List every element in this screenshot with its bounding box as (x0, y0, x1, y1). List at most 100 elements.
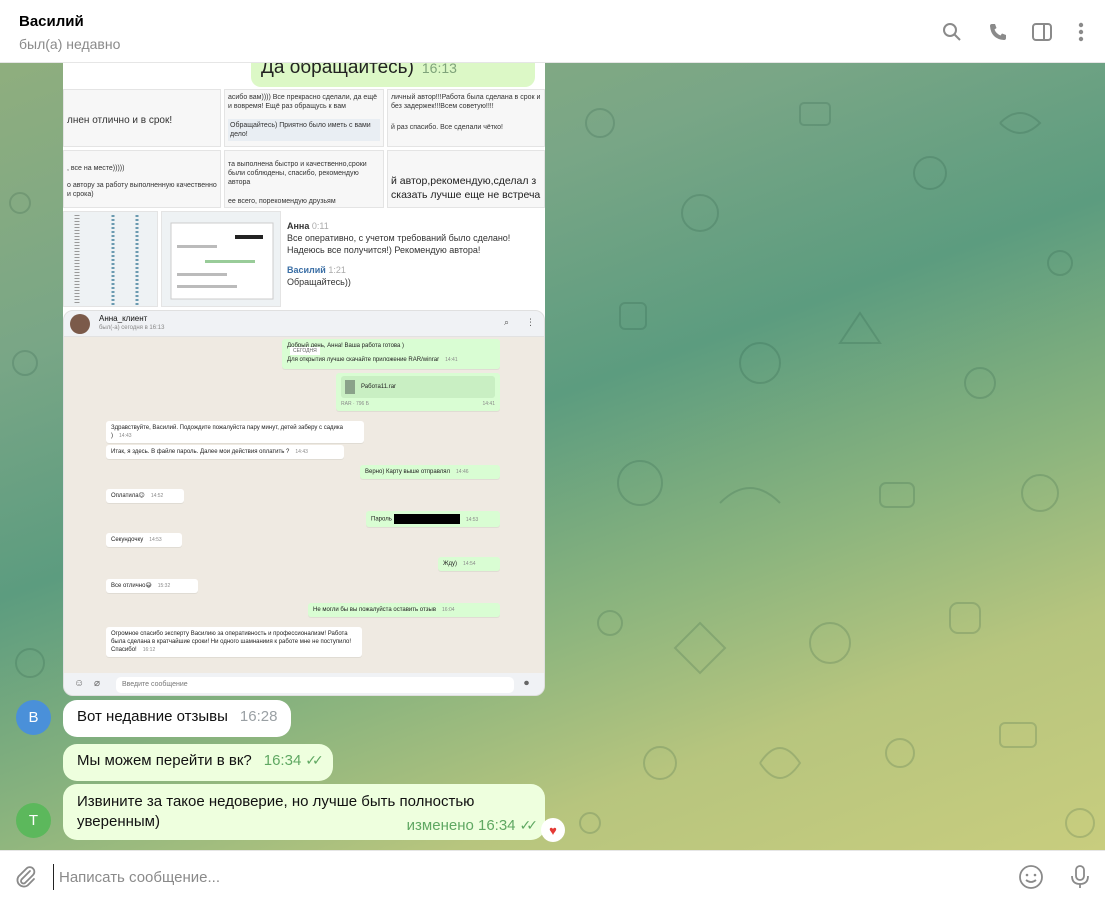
message-bubble[interactable]: Вот недавние отзывы 16:28 (63, 700, 292, 737)
attach-icon[interactable] (12, 863, 40, 891)
wa-search-icon: ⌕ (504, 317, 510, 327)
wa-message: Оплатила😊 14:52 (106, 489, 184, 503)
thumbnail-graphic (74, 215, 139, 305)
wa-avatar (70, 314, 90, 334)
wa-message-time: 14:43 (119, 433, 132, 439)
heart-reaction[interactable]: ♥ (541, 818, 565, 842)
whatsapp-screenshot-image[interactable]: Анна_клиент был(-а) сегодня в 16:13 ⌕ ⋮ … (63, 310, 545, 696)
review-cell: й автор,рекомендую,сделал з сказать лучш… (387, 150, 545, 208)
chat-area[interactable]: Да обращайтесь) 16:13 лнен отлично и в ср… (0, 63, 1105, 850)
wa-message-text: Секундочку (111, 537, 144, 543)
wa-message-time: 14:54 (463, 561, 476, 567)
wa-message: Пароль 14:53 (366, 511, 500, 527)
wa-message-time: 16:12 (142, 647, 156, 653)
wa-mic-icon: ⏺ (524, 678, 529, 689)
wa-attach-icon: ⌀ (94, 678, 101, 689)
wa-message: Итак, я здесь. В файле пароль. Далее мои… (106, 445, 344, 459)
wa-message-time: 14:41 (482, 401, 495, 407)
wa-message-time: 14:46 (456, 469, 469, 475)
wa-message-time: 14:43 (295, 449, 308, 455)
review-thumbnail (161, 211, 281, 307)
wa-message-time: 14:53 (149, 537, 162, 543)
file-icon (345, 380, 355, 394)
wa-message: Секундочку 14:53 (106, 533, 182, 547)
wa-contact-status: был(-а) сегодня в 16:13 (99, 325, 165, 331)
wa-messages: Добрый день, Анна! Ваша работа готова ) … (64, 337, 544, 673)
thumbnail-graphic (170, 222, 274, 300)
wa-message: Огромное спасибо эксперту Василию за опе… (106, 627, 362, 657)
review-text: ее всего, порекомендую друзьям (228, 198, 336, 205)
wa-message-time: 16:04 (442, 607, 455, 613)
wa-message-time: 14:53 (465, 516, 479, 523)
wa-file-name: Работа11.rar (361, 384, 397, 390)
wa-file-meta: RAR · 796 Б (341, 401, 370, 407)
chat-header: Василий был(а) недавно (0, 0, 1105, 63)
message-composer (0, 850, 1105, 902)
wa-file-message: Работа11.rar RAR · 796 Б 14:41 (336, 373, 500, 411)
wa-message: Здравствуйте, Василий. Подождите пожалуй… (106, 421, 364, 443)
wa-message-text: Здравствуйте, Василий. Подождите пожалуй… (111, 425, 343, 439)
wa-message: Верно) Карту выше отправлял 14:46 (360, 465, 500, 479)
avatar-v[interactable]: В (16, 700, 51, 735)
review-text: лнен отлично и в срок! (67, 115, 173, 126)
sidebar-icon[interactable] (1030, 20, 1054, 44)
collage-headline: Да обращайтесь) 16:13 (251, 63, 535, 87)
microphone-icon[interactable] (1066, 863, 1094, 891)
wa-date-label: СЕГОДНЯ (290, 347, 320, 355)
review-text: асибо вам)))) Все прекрасно сделали, да … (228, 94, 377, 110)
wa-message-text: Все отлично😅 (111, 583, 152, 589)
wa-message-time: 14:52 (150, 493, 164, 499)
review-time: 0:11 (311, 221, 329, 231)
message-input[interactable] (53, 864, 993, 890)
message-time: 16:34 (263, 752, 302, 769)
message-text: Мы можем перейти в вк? (77, 752, 252, 769)
contact-status: был(а) недавно (19, 36, 121, 52)
wa-message-time: 15:32 (157, 583, 171, 589)
wa-message: Все отлично😅 15:32 (106, 579, 198, 593)
reviewer-name: Василий (287, 265, 326, 275)
wa-message-text: Оплатила😊 (111, 493, 145, 499)
review-text: Обращайтесь) Приятно было иметь с вами д… (228, 119, 380, 141)
collage-headline-text: Да обращайтесь) (261, 63, 414, 78)
wa-contact-name: Анна_клиент (99, 314, 148, 323)
wa-message-text: Жду) (443, 561, 458, 567)
message-time: 16:28 (239, 708, 278, 725)
wa-message: Добрый день, Анна! Ваша работа готова ) … (282, 339, 500, 369)
review-cell: асибо вам)))) Все прекрасно сделали, да … (224, 89, 384, 147)
review-text: й автор,рекомендую,сделал з (391, 175, 537, 187)
wa-message-text: Итак, я здесь. В файле пароль. Далее мои… (111, 449, 290, 455)
wa-message-text: Пароль (371, 516, 392, 523)
review-text: личный автор!!!Работа была сделана в сро… (391, 94, 541, 110)
review-text: й раз спасибо. Все сделали чётко! (391, 124, 503, 131)
review-text: , все на месте))))) (67, 165, 125, 172)
reviewer-name: Анна (287, 221, 310, 231)
search-icon[interactable] (940, 20, 964, 44)
wa-header: Анна_клиент был(-а) сегодня в 16:13 ⌕ ⋮ (64, 311, 544, 337)
wa-input: Введите сообщение (116, 677, 514, 693)
wa-message-text: Верно) Карту выше отправлял (365, 469, 451, 475)
wa-emoji-icon: ☺ (74, 678, 85, 689)
review-time: 1:21 (328, 265, 346, 275)
review-thumbnail (63, 211, 158, 307)
review-text: о автору за работу выполненную качествен… (67, 182, 217, 198)
review-cell: личный автор!!!Работа была сделана в сро… (387, 89, 545, 147)
review-text: Обращайтесь)) (287, 277, 351, 287)
message-bubble[interactable]: Извините за такое недоверие, но лучше бы… (63, 784, 545, 840)
read-checks-icon: ✓✓ (519, 817, 539, 833)
review-cell: лнен отлично и в срок! (63, 89, 221, 147)
read-checks-icon: ✓✓ (305, 752, 324, 768)
redacted-password (393, 514, 460, 524)
emoji-icon[interactable] (1017, 863, 1045, 891)
wa-more-icon: ⋮ (526, 317, 535, 327)
wa-message: Жду) 14:54 (438, 557, 500, 571)
more-vertical-icon[interactable] (1069, 20, 1093, 44)
wa-message-time: 14:41 (445, 357, 458, 363)
wa-footer: ☺ ⌀ Введите сообщение ⏺ (64, 673, 544, 695)
message-bubble[interactable]: Мы можем перейти в вк? 16:34 ✓✓ (63, 744, 333, 781)
collage-headline-time: 16:13 (421, 63, 457, 76)
review-chat-snippet: Анна 0:11 Все оперативно, с учетом требо… (284, 211, 545, 307)
contact-name[interactable]: Василий (19, 13, 84, 30)
wa-message-text: Для открытия лучше скачайте приложение R… (287, 357, 440, 363)
phone-icon[interactable] (986, 20, 1010, 44)
avatar-t[interactable]: Т (16, 803, 51, 838)
